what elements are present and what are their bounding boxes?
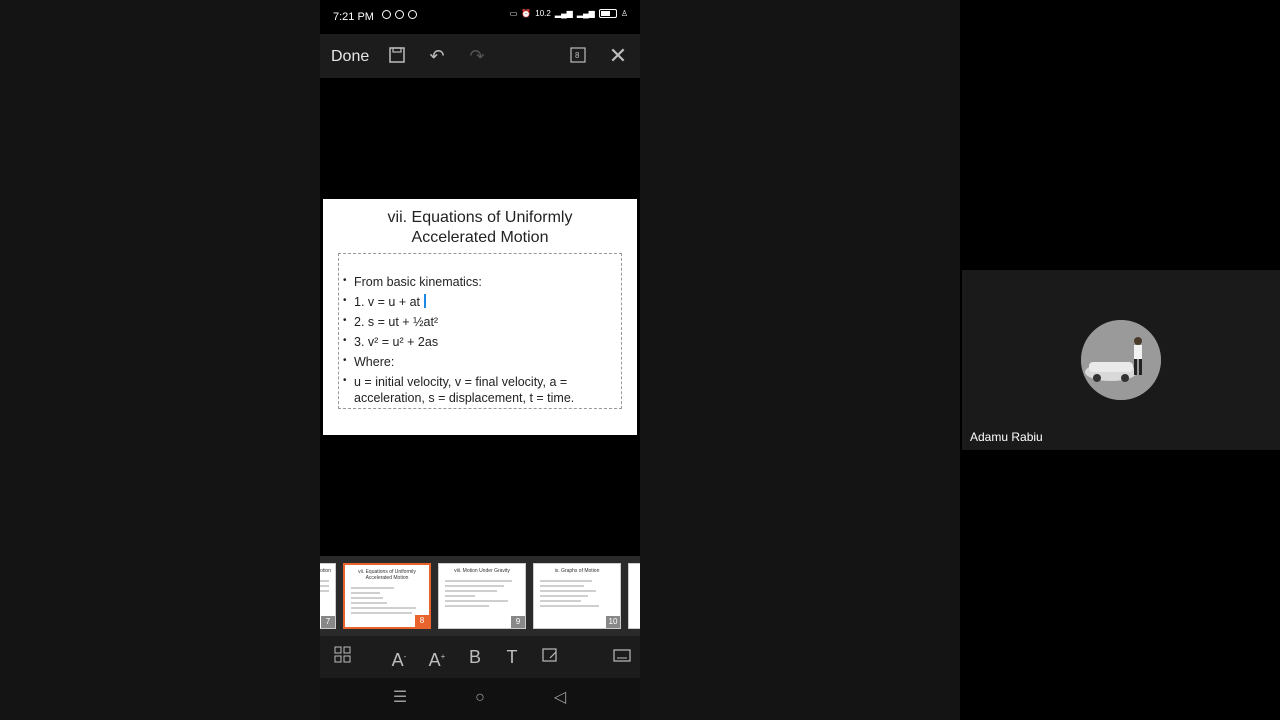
slide-thumbnail[interactable]: otion 7: [320, 563, 336, 629]
decrease-font-icon[interactable]: A-: [388, 646, 410, 670]
close-icon[interactable]: ✕: [608, 45, 628, 67]
save-icon[interactable]: [387, 46, 407, 66]
slide-thumbnail[interactable]: [628, 563, 640, 629]
recents-icon[interactable]: ☰: [390, 688, 410, 708]
undo-icon[interactable]: ↶: [427, 46, 447, 66]
shape-edit-icon[interactable]: [539, 646, 561, 668]
cast-icon: ▭: [509, 9, 518, 18]
thumbnail-number: 7: [321, 616, 335, 628]
editor-toolbar: Done ↶ ↷ 8 ✕: [320, 34, 640, 78]
increase-font-icon[interactable]: A+: [426, 646, 448, 670]
status-time: 7:21 PM: [333, 11, 374, 23]
bullet-item: 1. v = u + at: [343, 293, 613, 310]
bullet-item: From basic kinematics:: [343, 273, 613, 290]
page-badge: 8: [575, 51, 580, 60]
done-button[interactable]: Done: [331, 48, 369, 66]
whatsapp-icon: [382, 10, 391, 19]
slide-thumbnail-strip[interactable]: otion 7 vii. Equations of Uniformly Acce…: [320, 556, 640, 636]
keyboard-icon[interactable]: [611, 646, 633, 668]
current-slide[interactable]: vii. Equations of Uniformly Accelerated …: [323, 199, 637, 435]
redo-icon[interactable]: ↷: [467, 46, 487, 66]
content-text-box[interactable]: From basic kinematics: 1. v = u + at 2. …: [338, 253, 622, 409]
slide-title[interactable]: vii. Equations of Uniformly Accelerated …: [323, 208, 637, 248]
format-toolbar: A- A+ B T: [320, 636, 640, 678]
participant-name: Adamu Rabiu: [970, 430, 1043, 444]
slide-canvas[interactable]: vii. Equations of Uniformly Accelerated …: [320, 78, 640, 556]
slide-thumbnail-active[interactable]: vii. Equations of Uniformly Accelerated …: [343, 563, 431, 629]
bullet-item: 2. s = ut + ½at²: [343, 313, 613, 330]
phone-screen-share: 7:21 PM ▭ ⏰ 10.2 ▂▄▆ ▂▄▆ ♙ Done ↶ ↷ 8 ✕ …: [320, 0, 640, 720]
text-cursor: [424, 294, 427, 308]
android-nav-bar: ☰ ○ ◁: [320, 678, 640, 720]
signal-icon: ▂▄▆: [554, 9, 573, 18]
participant-tile[interactable]: Adamu Rabiu: [962, 270, 1280, 450]
thumbnail-number: 9: [511, 616, 525, 628]
slide-thumbnail[interactable]: viii. Motion Under Gravity 9: [438, 563, 526, 629]
side-background: [640, 0, 960, 720]
bullet-item: 3. v² = u² + 2as: [343, 333, 613, 350]
system-icons: ▭ ⏰ 10.2 ▂▄▆ ▂▄▆ ♙: [510, 9, 628, 18]
battery-icon: [598, 9, 617, 18]
alarm-icon: ⏰: [521, 9, 532, 18]
bullet-item: Where:: [343, 353, 613, 370]
record-icon: [408, 10, 417, 19]
bullet-item: u = initial velocity, v = final velocity…: [343, 373, 613, 406]
left-background: [0, 0, 320, 720]
slide-title-line1: vii. Equations of Uniformly: [387, 209, 573, 226]
grid-icon[interactable]: [332, 646, 354, 668]
net-speed: 10.2: [535, 9, 551, 18]
notification-icons: [382, 10, 417, 19]
bullet-list: From basic kinematics: 1. v = u + at 2. …: [343, 273, 613, 410]
bold-icon[interactable]: B: [464, 646, 486, 668]
thumbnail-number: 10: [606, 616, 620, 628]
status-bar: 7:21 PM ▭ ⏰ 10.2 ▂▄▆ ▂▄▆ ♙: [320, 0, 640, 34]
chat-icon: [395, 10, 404, 19]
screen: 7:21 PM ▭ ⏰ 10.2 ▂▄▆ ▂▄▆ ♙ Done ↶ ↷ 8 ✕ …: [0, 0, 1280, 720]
home-icon[interactable]: ○: [470, 688, 490, 708]
avatar: [1081, 320, 1161, 400]
back-icon[interactable]: ◁: [550, 688, 570, 708]
slide-title-line2: Accelerated Motion: [411, 229, 549, 246]
person-icon: ♙: [620, 9, 628, 18]
text-format-icon[interactable]: T: [501, 646, 523, 668]
signal-4g-icon: ▂▄▆: [576, 9, 595, 18]
slide-thumbnail[interactable]: ix. Graphs of Motion 10: [533, 563, 621, 629]
thumbnail-number: 8: [415, 615, 429, 627]
